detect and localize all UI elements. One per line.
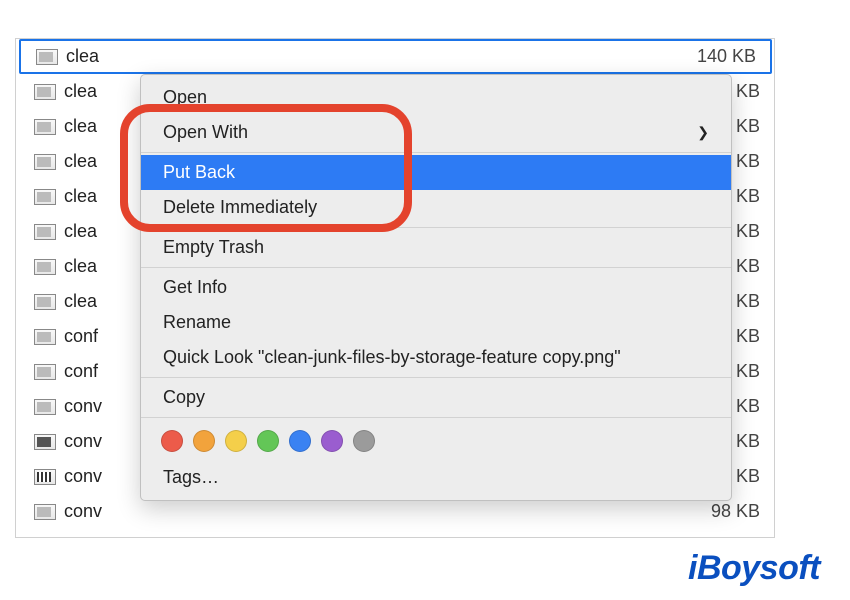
file-row[interactable]: clea140 KB <box>19 39 772 74</box>
menu-quick-look-label: Quick Look "clean-junk-files-by-storage-… <box>163 347 621 368</box>
menu-empty-trash[interactable]: Empty Trash <box>141 230 731 265</box>
file-name: clea <box>66 46 692 67</box>
file-size: 80 KB <box>696 536 774 538</box>
file-thumbnail-icon <box>34 364 56 380</box>
file-size: 140 KB <box>692 46 770 67</box>
file-thumbnail-icon <box>34 294 56 310</box>
file-thumbnail-icon <box>34 189 56 205</box>
tag-color-dot[interactable] <box>353 430 375 452</box>
file-thumbnail-icon <box>36 49 58 65</box>
chevron-right-icon: ❯ <box>697 124 709 141</box>
menu-rename[interactable]: Rename <box>141 305 731 340</box>
menu-put-back-label: Put Back <box>163 162 235 183</box>
menu-delete-immediately-label: Delete Immediately <box>163 197 317 218</box>
tag-color-dot[interactable] <box>161 430 183 452</box>
menu-empty-trash-label: Empty Trash <box>163 237 264 258</box>
menu-get-info[interactable]: Get Info <box>141 270 731 305</box>
menu-put-back[interactable]: Put Back <box>141 155 731 190</box>
menu-delete-immediately[interactable]: Delete Immediately <box>141 190 731 225</box>
file-thumbnail-icon <box>34 399 56 415</box>
menu-separator <box>141 227 731 228</box>
file-thumbnail-icon <box>34 119 56 135</box>
menu-open[interactable]: Open <box>141 80 731 115</box>
menu-quick-look[interactable]: Quick Look "clean-junk-files-by-storage-… <box>141 340 731 375</box>
file-thumbnail-icon <box>34 329 56 345</box>
menu-copy[interactable]: Copy <box>141 380 731 415</box>
menu-get-info-label: Get Info <box>163 277 227 298</box>
tag-color-dot[interactable] <box>321 430 343 452</box>
tag-color-row <box>141 420 731 460</box>
file-size: 98 KB <box>696 501 774 522</box>
file-thumbnail-icon <box>34 154 56 170</box>
menu-separator <box>141 152 731 153</box>
file-thumbnail-icon <box>34 434 56 450</box>
menu-separator <box>141 377 731 378</box>
file-thumbnail-icon <box>34 224 56 240</box>
tag-color-dot[interactable] <box>225 430 247 452</box>
menu-open-label: Open <box>163 87 207 108</box>
menu-separator <box>141 267 731 268</box>
brand-watermark: iBoysoft <box>688 549 820 588</box>
tag-color-dot[interactable] <box>193 430 215 452</box>
menu-separator <box>141 417 731 418</box>
menu-tags[interactable]: Tags… <box>141 460 731 495</box>
menu-copy-label: Copy <box>163 387 205 408</box>
menu-tags-label: Tags… <box>163 467 219 488</box>
file-name: conv <box>64 501 696 522</box>
context-menu: Open Open With ❯ Put Back Delete Immedia… <box>140 74 732 501</box>
menu-open-with-label: Open With <box>163 122 248 143</box>
file-thumbnail-icon <box>34 469 56 485</box>
file-thumbnail-icon <box>34 84 56 100</box>
file-name: crea <box>64 536 696 538</box>
file-thumbnail-icon <box>34 504 56 520</box>
menu-rename-label: Rename <box>163 312 231 333</box>
file-thumbnail-icon <box>34 259 56 275</box>
menu-open-with[interactable]: Open With ❯ <box>141 115 731 150</box>
file-row[interactable]: crea80 KB <box>16 529 774 538</box>
tag-color-dot[interactable] <box>289 430 311 452</box>
tag-color-dot[interactable] <box>257 430 279 452</box>
